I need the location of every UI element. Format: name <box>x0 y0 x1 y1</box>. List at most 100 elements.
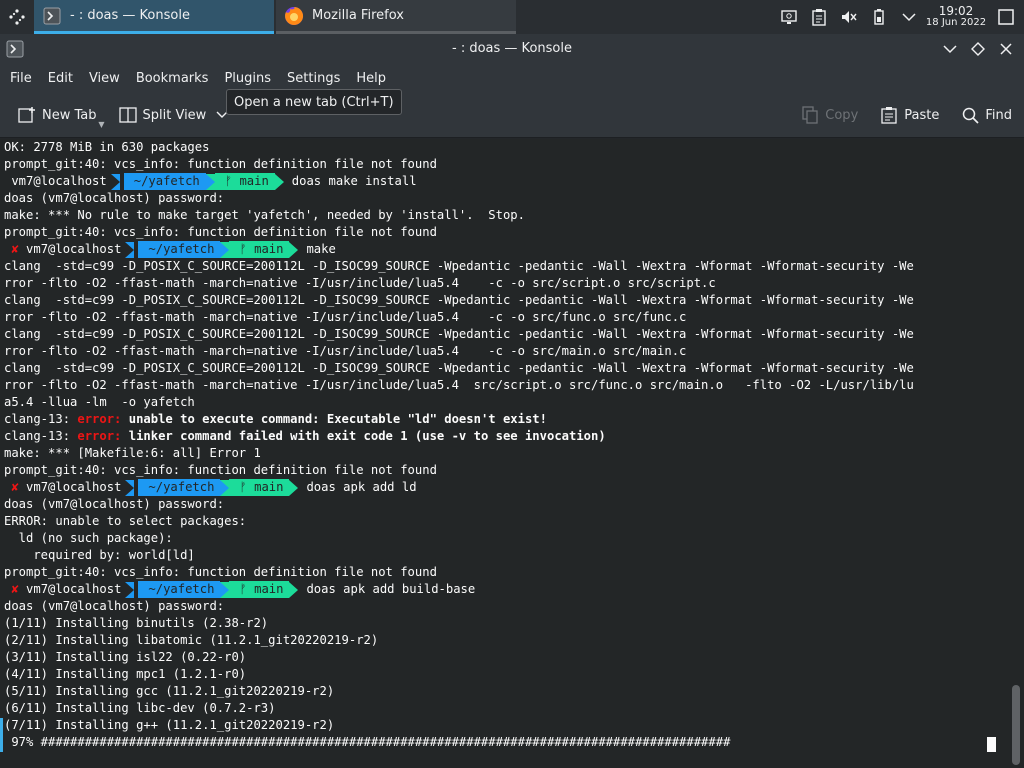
firefox-icon <box>284 6 304 26</box>
menu-settings[interactable]: Settings <box>279 67 348 90</box>
error-label: error: <box>77 429 122 443</box>
terminal-scrollbar[interactable] <box>1012 685 1020 765</box>
taskbar: - : doas — Konsole Mozilla Firefox 19:02… <box>0 0 1024 34</box>
new-tab-label: New Tab <box>42 107 97 123</box>
git-branch-icon: ᚠ <box>224 174 240 188</box>
menu-view[interactable]: View <box>81 67 128 90</box>
prompt-separator-icon <box>125 479 135 496</box>
terminal-output: OK: 2778 MiB in 630 packages prompt_git:4… <box>4 139 1004 751</box>
menu-bookmarks[interactable]: Bookmarks <box>128 67 217 90</box>
copy-label: Copy <box>825 107 859 123</box>
prompt-user-host: vm7@localhost <box>26 479 126 496</box>
terminal-line: (7/11) Installing g++ (11.2.1_git2022021… <box>4 718 335 732</box>
prompt-user-host: vm7@localhost <box>11 173 111 190</box>
tray-expand-chevron-icon[interactable] <box>894 0 924 34</box>
terminal-line: prompt_git:40: vcs_info: function defini… <box>4 463 437 477</box>
shell-prompt: ✘ vm7@localhost ~/yafetch ᚠ main make <box>4 241 336 258</box>
paste-button[interactable]: Paste <box>872 99 947 131</box>
find-button[interactable]: Find <box>953 99 1020 131</box>
digital-clock[interactable]: 19:02 18 Jun 2022 <box>924 5 988 28</box>
new-tab-tooltip: Open a new tab (Ctrl+T) <box>226 89 402 115</box>
terminal-line: make: *** [Makefile:6: all] Error 1 <box>4 446 261 460</box>
terminal-line: rror -flto -O2 -ffast-math -march=native… <box>4 344 687 358</box>
task-konsole[interactable]: - : doas — Konsole <box>34 0 274 34</box>
split-view-button[interactable]: Split View <box>111 99 237 131</box>
menu-file[interactable]: File <box>2 67 40 90</box>
terminal-line: prompt_git:40: vcs_info: function defini… <box>4 565 437 579</box>
prompt-git-branch: ᚠ main <box>214 173 275 190</box>
prompt-directory: ~/yafetch <box>123 173 206 190</box>
minimize-button[interactable] <box>938 37 962 61</box>
prompt-separator-icon <box>289 581 299 598</box>
prompt-directory: ~/yafetch <box>138 479 221 496</box>
prompt-directory: ~/yafetch <box>138 581 221 598</box>
terminal-line: prompt_git:40: vcs_info: function defini… <box>4 157 437 171</box>
terminal-line: clang-13: error: linker command failed w… <box>4 428 1004 445</box>
prompt-command: doas apk add build-base <box>306 582 476 596</box>
split-view-label: Split View <box>142 107 207 123</box>
prompt-separator-icon <box>289 479 299 496</box>
chevron-down-icon <box>943 44 957 53</box>
prompt-command: doas make install <box>291 174 417 188</box>
terminal-line: (2/11) Installing libatomic (11.2.1_git2… <box>4 633 379 647</box>
konsole-icon <box>42 6 62 26</box>
terminal-line: clang -std=c99 -D_POSIX_C_SOURCE=200112L… <box>4 259 914 273</box>
menu-plugins[interactable]: Plugins <box>216 67 279 90</box>
git-branch-icon: ᚠ <box>239 582 255 596</box>
chevron-down-icon: ▼ <box>98 120 105 129</box>
battery-icon[interactable] <box>864 0 894 34</box>
terminal-line: (1/11) Installing binutils (2.38-r2) <box>4 616 269 630</box>
shell-prompt: ✘ vm7@localhost ~/yafetch ᚠ main doas apk a… <box>4 479 417 496</box>
clipboard-icon[interactable] <box>804 0 834 34</box>
terminal-line: clang -std=c99 -D_POSIX_C_SOURCE=200112L… <box>4 327 914 341</box>
copy-icon <box>801 106 819 124</box>
show-desktop-icon <box>998 9 1014 25</box>
close-button[interactable] <box>994 37 1018 61</box>
terminal-line: make: *** No rule to make target 'yafetc… <box>4 208 525 222</box>
terminal-line: doas (vm7@localhost) password: <box>4 599 225 613</box>
prompt-git-branch: ᚠ main <box>229 479 290 496</box>
prompt-separator-icon <box>220 581 230 598</box>
terminal-line: OK: 2778 MiB in 630 packages <box>4 140 210 154</box>
copy-button[interactable]: Copy <box>793 99 866 131</box>
terminal-line: ld (no such package): <box>4 531 173 545</box>
paste-icon <box>880 106 898 124</box>
konsole-app-icon[interactable] <box>4 38 26 60</box>
shell-prompt: vm7@localhost ~/yafetch ᚠ main doas make in… <box>4 173 417 190</box>
close-icon <box>1000 42 1012 55</box>
prompt-directory: ~/yafetch <box>138 241 221 258</box>
prompt-user-host: vm7@localhost <box>26 241 126 258</box>
terminal-line: required by: world[ld] <box>4 548 195 562</box>
terminal-line: clang-13: error: unable to execute comma… <box>4 411 1004 428</box>
launcher-icon <box>9 9 25 25</box>
terminal-view[interactable]: OK: 2778 MiB in 630 packages prompt_git:4… <box>0 139 1024 768</box>
terminal-line: vm7@localhost ~/yafetch ᚠ main doas make in… <box>4 173 1004 190</box>
exit-failure-icon: ✘ <box>4 242 27 256</box>
show-desktop-button[interactable] <box>988 0 1024 34</box>
exit-failure-icon: ✘ <box>4 480 27 494</box>
menu-edit[interactable]: Edit <box>40 67 81 90</box>
terminal-line: clang -std=c99 -D_POSIX_C_SOURCE=200112L… <box>4 293 914 307</box>
task-firefox[interactable]: Mozilla Firefox <box>276 0 516 34</box>
find-label: Find <box>985 107 1012 123</box>
terminal-line: doas (vm7@localhost) password: <box>4 497 225 511</box>
menu-help[interactable]: Help <box>348 67 394 90</box>
volume-muted-icon[interactable] <box>834 0 864 34</box>
prompt-separator-icon <box>125 581 135 598</box>
prompt-git-branch: ᚠ main <box>229 241 290 258</box>
toolbar: New Tab ▼ Split View Copy Paste Find <box>0 93 1024 138</box>
terminal-line: ✘ vm7@localhost ~/yafetch ᚠ main doas apk a… <box>4 479 1004 496</box>
maximize-button[interactable] <box>966 37 990 61</box>
prompt-command: make <box>306 242 336 256</box>
new-tab-button[interactable]: New Tab ▼ <box>10 99 105 131</box>
application-launcher[interactable] <box>0 0 34 34</box>
terminal-line: (6/11) Installing libc-dev (0.7.2-r3) <box>4 701 276 715</box>
split-view-icon <box>118 106 137 124</box>
error-source: clang-13: <box>4 412 78 426</box>
error-message: unable to execute command: Executable "l… <box>121 412 547 426</box>
display-config-icon[interactable] <box>774 0 804 34</box>
terminal-line: rror -flto -O2 -ffast-math -march=native… <box>4 378 914 392</box>
window-titlebar[interactable]: - : doas — Konsole <box>0 34 1024 63</box>
exit-failure-icon: ✘ <box>4 582 27 596</box>
prompt-separator-icon <box>110 173 120 190</box>
